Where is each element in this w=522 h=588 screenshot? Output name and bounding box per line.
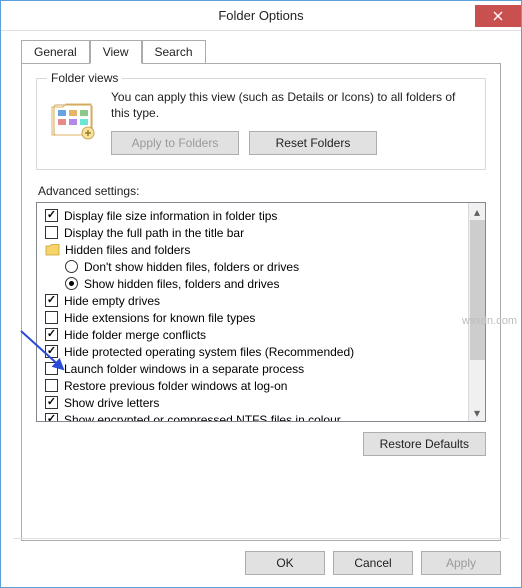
tab-body: Folder views You: [21, 63, 501, 541]
checkbox[interactable]: [45, 328, 58, 341]
cancel-button[interactable]: Cancel: [333, 551, 413, 575]
list-item[interactable]: Hide protected operating system files (R…: [39, 343, 466, 360]
list-item[interactable]: Launch folder windows in a separate proc…: [39, 360, 466, 377]
list-item-label: Hide extensions for known file types: [64, 311, 255, 325]
checkbox[interactable]: [45, 362, 58, 375]
checkbox[interactable]: [45, 209, 58, 222]
list-item[interactable]: Hide extensions for known file types: [39, 309, 466, 326]
list-item-label: Show hidden files, folders and drives: [84, 277, 279, 291]
folder-options-window: Folder Options General View Search Folde…: [0, 0, 522, 588]
folder-views-legend: Folder views: [47, 71, 122, 85]
list-item[interactable]: Display the full path in the title bar: [39, 224, 466, 241]
apply-to-folders-button[interactable]: Apply to Folders: [111, 131, 239, 155]
scroll-thumb[interactable]: [470, 220, 485, 360]
checkbox[interactable]: [45, 294, 58, 307]
list-item[interactable]: Restore previous folder windows at log-o…: [39, 377, 466, 394]
titlebar: Folder Options: [1, 1, 521, 31]
list-item-label: Hide protected operating system files (R…: [64, 345, 354, 359]
list-item[interactable]: Hide empty drives: [39, 292, 466, 309]
scrollbar[interactable]: ▴ ▾: [468, 203, 485, 421]
list-item-label: Don't show hidden files, folders or driv…: [84, 260, 299, 274]
close-button[interactable]: [475, 5, 521, 27]
scroll-down-icon[interactable]: ▾: [469, 404, 485, 421]
reset-folders-button[interactable]: Reset Folders: [249, 131, 377, 155]
checkbox[interactable]: [45, 413, 58, 421]
advanced-settings-label: Advanced settings:: [38, 184, 486, 198]
checkbox[interactable]: [45, 345, 58, 358]
close-icon: [493, 11, 503, 21]
folder-views-icon: [49, 95, 97, 143]
watermark: wsxdn.com: [462, 315, 517, 327]
apply-button[interactable]: Apply: [421, 551, 501, 575]
checkbox[interactable]: [45, 311, 58, 324]
list-item-label: Hide folder merge conflicts: [64, 328, 206, 342]
folder-views-group: Folder views You: [36, 78, 486, 170]
advanced-settings-list: Display file size information in folder …: [36, 202, 486, 422]
checkbox[interactable]: [45, 226, 58, 239]
list-item[interactable]: Display file size information in folder …: [39, 207, 466, 224]
list-item-label: Launch folder windows in a separate proc…: [64, 362, 304, 376]
folder-icon: [45, 243, 60, 256]
dialog-buttons: OK Cancel Apply: [245, 551, 501, 575]
list-item[interactable]: Show encrypted or compressed NTFS files …: [39, 411, 466, 421]
checkbox[interactable]: [45, 396, 58, 409]
list-item-label: Display file size information in folder …: [64, 209, 277, 223]
folder-views-description: You can apply this view (such as Details…: [111, 89, 473, 121]
tab-general[interactable]: General: [21, 40, 90, 64]
list-item-label: Hidden files and folders: [65, 243, 190, 257]
ok-button[interactable]: OK: [245, 551, 325, 575]
list-item-label: Show drive letters: [64, 396, 159, 410]
window-title: Folder Options: [47, 8, 475, 23]
scroll-up-icon[interactable]: ▴: [469, 203, 485, 220]
list-item[interactable]: Show drive letters: [39, 394, 466, 411]
list-item-label: Hide empty drives: [64, 294, 160, 308]
list-item-label: Show encrypted or compressed NTFS files …: [64, 413, 341, 422]
checkbox[interactable]: [45, 379, 58, 392]
list-item-label: Display the full path in the title bar: [64, 226, 244, 240]
list-item[interactable]: Don't show hidden files, folders or driv…: [39, 258, 466, 275]
radio[interactable]: [65, 277, 78, 290]
tab-search[interactable]: Search: [142, 40, 206, 64]
tab-view[interactable]: View: [90, 40, 142, 64]
separator: [13, 538, 509, 539]
list-item[interactable]: Hidden files and folders: [39, 241, 466, 258]
radio[interactable]: [65, 260, 78, 273]
restore-defaults-button[interactable]: Restore Defaults: [363, 432, 486, 456]
list-item[interactable]: Hide folder merge conflicts: [39, 326, 466, 343]
tab-strip: General View Search: [21, 39, 501, 63]
list-item[interactable]: Show hidden files, folders and drives: [39, 275, 466, 292]
list-item-label: Restore previous folder windows at log-o…: [64, 379, 287, 393]
